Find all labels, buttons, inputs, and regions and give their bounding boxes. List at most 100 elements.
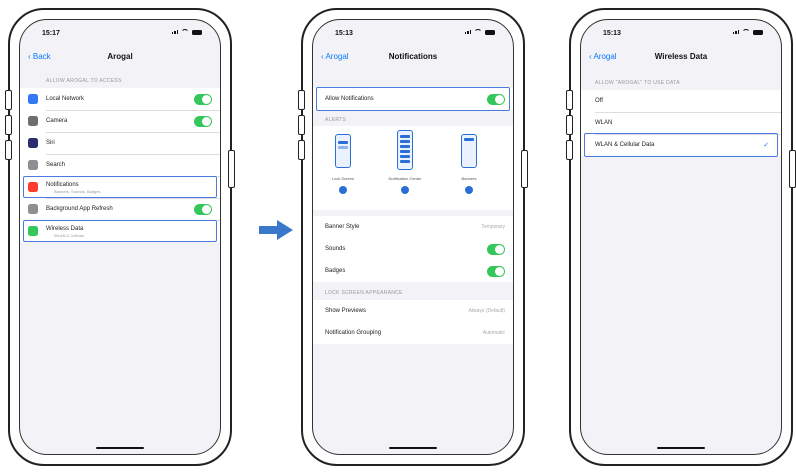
alert-options: Banner Style Temporary Sounds Badges <box>313 216 513 282</box>
power-button <box>789 150 796 188</box>
highlight-wireless-data <box>23 220 217 242</box>
highlight-notifications <box>23 176 217 198</box>
lock-options: Show Previews Always (Default) Notificat… <box>313 300 513 344</box>
wifi-icon <box>742 29 750 35</box>
power-button <box>521 150 528 188</box>
nav-bar: ‹ Back Arogal <box>20 48 220 70</box>
style-label: Notification Center <box>388 176 422 181</box>
row-label: Notification Grouping <box>325 330 382 336</box>
row-camera[interactable]: Camera <box>20 110 220 132</box>
battery-icon <box>192 29 202 35</box>
notification-center-preview[interactable] <box>397 130 413 170</box>
power-button <box>228 150 235 188</box>
section-header: ALERTS <box>325 117 347 123</box>
row-label: Camera <box>46 118 68 124</box>
banners-checkmark[interactable] <box>465 186 473 194</box>
lock-screen-checkmark[interactable] <box>339 186 347 194</box>
nav-bar: ‹ Arogal Wireless Data <box>581 48 781 70</box>
section-header: ALLOW AROGAL TO ACCESS <box>46 78 122 84</box>
option-off[interactable]: Off <box>581 90 781 112</box>
battery-icon <box>485 29 495 35</box>
home-indicator <box>389 446 437 449</box>
row-label: Show Previews <box>325 308 367 314</box>
notification-center-checkmark[interactable] <box>401 186 409 194</box>
option-wlan[interactable]: WLAN <box>581 112 781 134</box>
highlight-allow <box>316 87 510 111</box>
row-background-refresh[interactable]: Background App Refresh <box>20 198 220 220</box>
row-label: Siri <box>46 140 55 146</box>
status-icons <box>171 29 202 35</box>
settings-list: Local Network Camera Siri Search Notific… <box>20 88 220 242</box>
row-siri[interactable]: Siri <box>20 132 220 154</box>
camera-toggle[interactable] <box>194 115 212 127</box>
section-header: LOCK SCREEN APPEARANCE <box>325 290 403 296</box>
row-sounds[interactable]: Sounds <box>313 238 513 260</box>
signal-icon <box>171 30 178 34</box>
arrow-icon <box>259 220 293 240</box>
signal-icon <box>464 30 471 34</box>
banners-preview[interactable] <box>461 134 477 168</box>
status-time: 15:13 <box>603 30 621 37</box>
status-icons <box>464 29 495 35</box>
refresh-icon <box>28 204 38 214</box>
local-network-toggle[interactable] <box>194 93 212 105</box>
phone-settings: 15:17 ‹ Back Arogal ALLOW AROGAL TO ACCE… <box>5 8 235 466</box>
screen: 15:17 ‹ Back Arogal ALLOW AROGAL TO ACCE… <box>19 19 221 455</box>
option-label: WLAN <box>595 120 613 126</box>
nav-bar: ‹ Arogal Notifications <box>313 48 513 70</box>
phone-wireless-data: 15:13 ‹ Arogal Wireless Data ALLOW "AROG… <box>566 8 796 466</box>
row-value: Automatic <box>482 330 505 336</box>
page-title: Wireless Data <box>654 52 708 61</box>
row-label: Sounds <box>325 246 346 252</box>
status-bar: 15:13 <box>581 26 781 42</box>
alerts-group: Lock Screen Notification Center Banners <box>313 126 513 210</box>
row-label: Local Network <box>46 96 85 102</box>
volume-button <box>566 115 573 135</box>
status-time: 15:17 <box>42 30 60 37</box>
option-label: Off <box>595 98 603 104</box>
background-refresh-toggle[interactable] <box>194 203 212 215</box>
row-banner-style[interactable]: Banner Style Temporary <box>313 216 513 238</box>
screen: 15:13 ‹ Arogal Notifications Allow Notif… <box>312 19 514 455</box>
screen: 15:13 ‹ Arogal Wireless Data ALLOW "AROG… <box>580 19 782 455</box>
volume-button <box>5 140 12 160</box>
highlight-wlan-cellular <box>584 133 778 157</box>
volume-button <box>298 115 305 135</box>
row-local-network[interactable]: Local Network <box>20 88 220 110</box>
camera-icon <box>28 116 38 126</box>
volume-button <box>298 140 305 160</box>
row-value: Temporary <box>481 224 505 230</box>
badges-toggle[interactable] <box>487 265 505 277</box>
siri-icon <box>28 138 38 148</box>
style-label: Banners <box>461 176 477 181</box>
page-title: Notifications <box>388 52 438 61</box>
volume-button <box>5 115 12 135</box>
row-label: Background App Refresh <box>46 206 113 212</box>
home-indicator <box>657 446 705 449</box>
row-search[interactable]: Search <box>20 154 220 176</box>
network-icon <box>28 94 38 104</box>
lock-screen-preview[interactable] <box>335 134 351 168</box>
wifi-icon <box>474 29 482 35</box>
row-badges[interactable]: Badges <box>313 260 513 282</box>
row-notification-grouping[interactable]: Notification Grouping Automatic <box>313 322 513 344</box>
section-header: ALLOW "AROGAL" TO USE DATA <box>595 80 680 86</box>
row-label: Search <box>46 162 66 168</box>
row-label: Banner Style <box>325 224 360 230</box>
row-show-previews[interactable]: Show Previews Always (Default) <box>313 300 513 322</box>
phone-notifications: 15:13 ‹ Arogal Notifications Allow Notif… <box>298 8 528 466</box>
battery-icon <box>753 29 763 35</box>
row-value: Always (Default) <box>468 308 505 314</box>
volume-button <box>566 90 573 110</box>
signal-icon <box>732 30 739 34</box>
volume-button <box>5 90 12 110</box>
wifi-icon <box>181 29 189 35</box>
sounds-toggle[interactable] <box>487 243 505 255</box>
volume-button <box>566 140 573 160</box>
style-label: Lock Screen <box>331 176 355 181</box>
search-icon <box>28 160 38 170</box>
volume-button <box>298 90 305 110</box>
row-label: Badges <box>325 268 346 274</box>
page-title: Arogal <box>107 52 133 61</box>
status-bar: 15:17 <box>20 26 220 42</box>
